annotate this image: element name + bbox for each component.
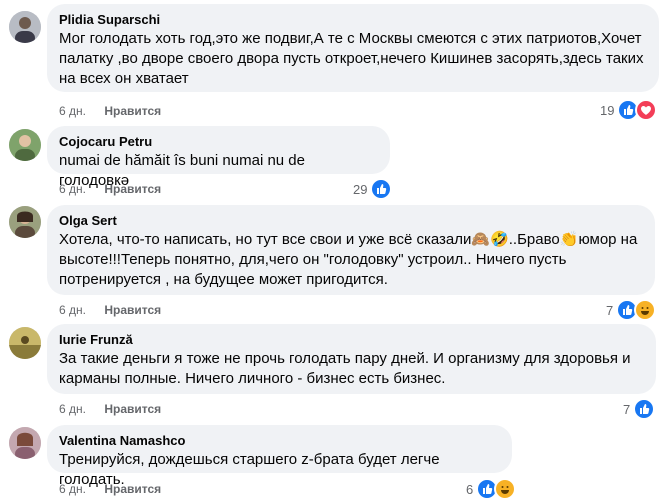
comment-actions: 6 дн. Нравится <box>59 181 161 197</box>
avatar[interactable] <box>9 427 41 459</box>
like-button[interactable]: Нравится <box>104 181 161 197</box>
like-icon <box>633 398 656 420</box>
comment-author[interactable]: Valentina Namashco <box>59 432 500 449</box>
reaction-summary[interactable]: 6 <box>466 478 517 500</box>
reaction-count: 7 <box>606 302 614 318</box>
comment-text: Мог голодать хоть год,это же подвиг,А те… <box>59 30 644 87</box>
like-button[interactable]: Нравится <box>104 103 161 119</box>
like-button[interactable]: Нравится <box>104 401 161 417</box>
like-icon <box>370 178 393 200</box>
avatar[interactable] <box>9 206 41 238</box>
love-icon <box>635 99 658 121</box>
comment-text: За такие деньги я тоже не прочь голодать… <box>59 350 631 387</box>
like-button[interactable]: Нравится <box>104 302 161 318</box>
avatar[interactable] <box>9 327 41 359</box>
avatar[interactable] <box>9 129 41 161</box>
comment-author[interactable]: Cojocaru Petru <box>59 133 378 150</box>
reaction-count: 7 <box>623 401 631 417</box>
comment-bubble: Valentina Namashco Тренируйся, дождешься… <box>47 425 512 488</box>
comment-author[interactable]: Olga Sert <box>59 212 643 229</box>
comment-time[interactable]: 6 дн. <box>59 103 86 119</box>
comment-actions: 6 дн. Нравится <box>59 401 161 417</box>
reaction-summary[interactable]: 19 <box>600 99 658 121</box>
reaction-summary[interactable]: 29 <box>353 178 393 200</box>
like-button[interactable]: Нравится <box>104 481 161 497</box>
haha-icon <box>494 478 517 500</box>
comment-text: Хотела, что-то написать, но тут все свои… <box>59 231 638 288</box>
comment-author[interactable]: Iurie Frunză <box>59 331 644 348</box>
reaction-count: 6 <box>466 481 474 497</box>
comment-bubble: Cojocaru Petru numai de hămăit îs buni n… <box>47 126 390 189</box>
comment-actions: 6 дн. Нравится <box>59 302 161 318</box>
comment-time[interactable]: 6 дн. <box>59 181 86 197</box>
avatar[interactable] <box>9 11 41 43</box>
comment-author[interactable]: Plidia Suparschi <box>59 11 647 28</box>
reaction-count: 29 <box>353 181 368 197</box>
comment-time[interactable]: 6 дн. <box>59 481 86 497</box>
reaction-count: 19 <box>600 102 615 118</box>
comment-actions: 6 дн. Нравится <box>59 103 161 119</box>
comment-time[interactable]: 6 дн. <box>59 401 86 417</box>
comment-actions: 6 дн. Нравится <box>59 481 161 497</box>
haha-icon <box>634 299 657 321</box>
comment-bubble: Iurie Frunză За такие деньги я тоже не п… <box>47 324 656 394</box>
comment-time[interactable]: 6 дн. <box>59 302 86 318</box>
comment-bubble: Plidia Suparschi Мог голодать хоть год,э… <box>47 4 659 92</box>
reaction-summary[interactable]: 7 <box>623 398 656 420</box>
comment-bubble: Olga Sert Хотела, что-то написать, но ту… <box>47 205 655 295</box>
reaction-summary[interactable]: 7 <box>606 299 657 321</box>
